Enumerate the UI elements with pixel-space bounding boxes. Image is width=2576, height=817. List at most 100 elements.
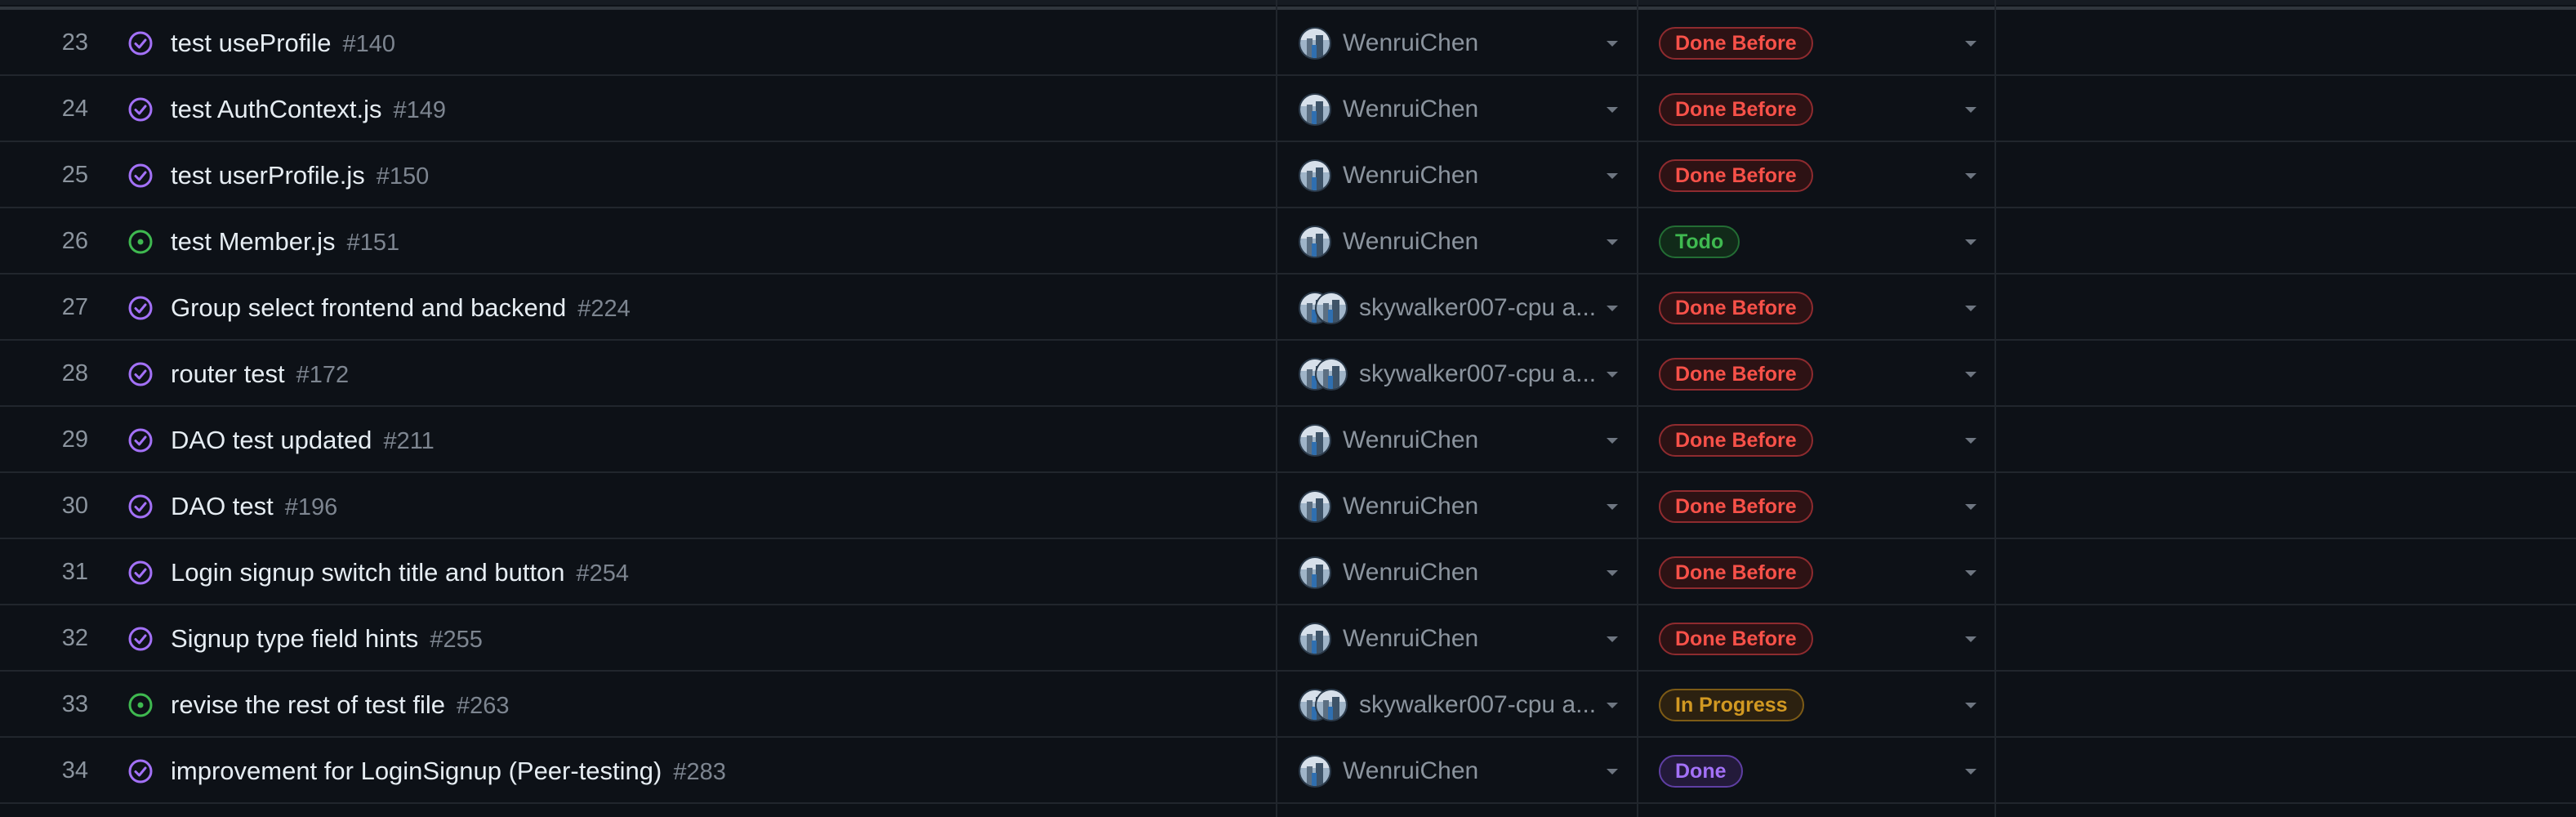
avatar [1315, 358, 1348, 391]
chevron-down-icon[interactable] [1607, 570, 1618, 576]
status-cell[interactable]: Done Before [1637, 275, 1994, 341]
chevron-down-icon[interactable] [1965, 173, 1977, 179]
status-badge: Done Before [1659, 490, 1813, 523]
chevron-down-icon[interactable] [1965, 636, 1977, 642]
chevron-down-icon[interactable] [1607, 504, 1618, 510]
issue-title-link[interactable]: test AuthContext.js [171, 95, 381, 123]
chevron-down-icon[interactable] [1965, 41, 1977, 47]
table-row[interactable]: 26 test Member.js #151 WenruiChen Todo [0, 208, 2576, 275]
assignees-cell[interactable]: skywalker007-cpu a... [1276, 341, 1635, 407]
assignees-cell[interactable]: WenruiChen [1276, 605, 1635, 672]
closed-check-icon [127, 361, 154, 387]
issue-title-link[interactable]: revise the rest of test file [171, 690, 445, 719]
issue-title-link[interactable]: improvement for LoginSignup (Peer-testin… [171, 757, 662, 785]
issue-number: #255 [430, 627, 483, 653]
chevron-down-icon[interactable] [1607, 107, 1618, 113]
title-cell: DAO test #196 [171, 473, 337, 539]
title-cell: Login signup switch title and button #254 [171, 539, 629, 605]
assignee-name: skywalker007-cpu a... [1359, 691, 1597, 718]
issue-title-link[interactable]: Group select frontend and backend [171, 293, 566, 322]
closed-check-icon [127, 96, 154, 123]
status-cell[interactable]: Done Before [1637, 76, 1994, 142]
chevron-down-icon[interactable] [1965, 570, 1977, 576]
chevron-down-icon[interactable] [1607, 173, 1618, 179]
chevron-down-icon[interactable] [1965, 306, 1977, 311]
avatar [1299, 556, 1331, 589]
assignees-cell[interactable]: WenruiChen [1276, 76, 1635, 142]
chevron-down-icon[interactable] [1607, 636, 1618, 642]
assignee-name: WenruiChen [1343, 96, 1479, 123]
table-row[interactable]: 30 DAO test #196 WenruiChen Done Before [0, 473, 2576, 539]
chevron-down-icon[interactable] [1965, 703, 1977, 708]
chevron-down-icon[interactable] [1607, 41, 1618, 47]
chevron-down-icon[interactable] [1607, 306, 1618, 311]
status-cell[interactable]: Todo [1637, 208, 1994, 275]
status-cell[interactable]: Done Before [1637, 407, 1994, 473]
issue-title-link[interactable]: Signup type field hints [171, 624, 418, 653]
assignees-cell[interactable]: skywalker007-cpu a... [1276, 672, 1635, 738]
issue-title-link[interactable]: test userProfile.js [171, 161, 365, 190]
assignees-cell[interactable]: WenruiChen [1276, 10, 1635, 76]
status-cell[interactable]: Done Before [1637, 473, 1994, 539]
status-cell[interactable]: Done Before [1637, 539, 1994, 605]
table-row[interactable]: 28 router test #172 skywalker007-cpu a...… [0, 341, 2576, 407]
avatar [1299, 490, 1331, 523]
row-number: 33 [61, 691, 88, 717]
chevron-down-icon[interactable] [1965, 107, 1977, 113]
avatar [1299, 159, 1331, 192]
status-cell[interactable]: In Progress [1637, 672, 1994, 738]
table-row[interactable]: 33 revise the rest of test file #263 skyw… [0, 672, 2576, 738]
table-row[interactable]: 31 Login signup switch title and button #… [0, 539, 2576, 605]
issue-number: #172 [296, 362, 350, 388]
assignees-cell[interactable]: WenruiChen [1276, 407, 1635, 473]
assignee-name: WenruiChen [1343, 559, 1479, 586]
status-cell[interactable]: Done Before [1637, 341, 1994, 407]
table-row[interactable]: 24 test AuthContext.js #149 WenruiChen Do… [0, 76, 2576, 142]
chevron-down-icon[interactable] [1607, 438, 1618, 444]
table-row[interactable]: 34 improvement for LoginSignup (Peer-tes… [0, 738, 2576, 804]
status-cell[interactable]: Done Before [1637, 142, 1994, 208]
status-cell[interactable]: Done Before [1637, 10, 1994, 76]
row-number: 34 [61, 757, 88, 784]
assignees-cell[interactable]: WenruiChen [1276, 738, 1635, 804]
chevron-down-icon[interactable] [1607, 239, 1618, 245]
issue-number: #196 [284, 494, 338, 520]
issue-number: #211 [383, 428, 435, 454]
chevron-down-icon[interactable] [1607, 769, 1618, 775]
table-row[interactable]: 29 DAO test updated #211 WenruiChen Done … [0, 407, 2576, 473]
issue-title-link[interactable]: test Member.js [171, 227, 336, 256]
closed-check-icon [127, 427, 154, 453]
assignees-cell[interactable]: WenruiChen [1276, 539, 1635, 605]
assignees-cell[interactable]: WenruiChen [1276, 142, 1635, 208]
issue-title-link[interactable]: test useProfile [171, 29, 331, 57]
assignees-cell[interactable]: skywalker007-cpu a... [1276, 275, 1635, 341]
assignee-name: WenruiChen [1343, 493, 1479, 520]
chevron-down-icon[interactable] [1965, 239, 1977, 245]
row-number: 29 [61, 426, 88, 453]
table-row[interactable]: 25 test userProfile.js #150 WenruiChen Do… [0, 142, 2576, 208]
status-badge: Done Before [1659, 556, 1813, 589]
issue-title-link[interactable]: DAO test updated [171, 426, 372, 454]
chevron-down-icon[interactable] [1607, 703, 1618, 708]
chevron-down-icon[interactable] [1607, 372, 1618, 377]
chevron-down-icon[interactable] [1965, 769, 1977, 775]
closed-check-icon [127, 560, 154, 586]
closed-check-icon [127, 30, 154, 56]
title-cell: revise the rest of test file #263 [171, 672, 510, 738]
status-cell[interactable]: Done [1637, 738, 1994, 804]
assignee-name: WenruiChen [1343, 29, 1479, 56]
issue-title-link[interactable]: DAO test [171, 492, 274, 520]
title-cell: test useProfile #140 [171, 10, 395, 76]
chevron-down-icon[interactable] [1965, 372, 1977, 377]
assignees-cell[interactable]: WenruiChen [1276, 208, 1635, 275]
status-cell[interactable]: Done Before [1637, 605, 1994, 672]
chevron-down-icon[interactable] [1965, 438, 1977, 444]
table-row[interactable]: 23 test useProfile #140 WenruiChen Done B… [0, 10, 2576, 76]
table-row[interactable]: 27 Group select frontend and backend #224… [0, 275, 2576, 341]
issue-title-link[interactable]: Login signup switch title and button [171, 558, 565, 587]
title-cell: router test #172 [171, 341, 349, 407]
issue-title-link[interactable]: router test [171, 359, 285, 388]
table-row[interactable]: 32 Signup type field hints #255 WenruiChe… [0, 605, 2576, 672]
chevron-down-icon[interactable] [1965, 504, 1977, 510]
assignees-cell[interactable]: WenruiChen [1276, 473, 1635, 539]
